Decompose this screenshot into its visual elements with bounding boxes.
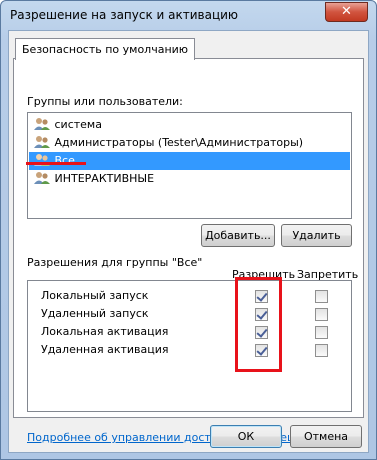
cancel-button[interactable]: Отмена — [290, 425, 362, 448]
dialog-window: Разрешение на запуск и активацию ✕ Безоп… — [0, 0, 377, 460]
list-item-everyone[interactable]: Все — [29, 152, 350, 170]
permissions-table: Локальный запуск Удаленный запуск Локаль… — [27, 277, 352, 412]
list-item-label: Все — [54, 154, 75, 167]
close-icon: ✕ — [341, 4, 352, 19]
deny-checkbox-local-activation[interactable] — [315, 326, 328, 339]
permission-name: Локальный запуск — [41, 289, 149, 302]
permission-name: Удаленная активация — [41, 343, 169, 356]
remove-button[interactable]: Удалить — [281, 224, 352, 247]
user-group-icon — [34, 136, 50, 148]
tab-default-security[interactable]: Безопасность по умолчанию — [15, 38, 196, 60]
list-item-label: ИНТЕРАКТИВНЫЕ — [54, 172, 155, 185]
deny-checkbox-remote-launch[interactable] — [315, 308, 328, 321]
tab-page: Группы или пользователи: система Админис… — [13, 58, 364, 444]
ok-button[interactable]: ОК — [210, 425, 282, 448]
list-item-system[interactable]: система — [29, 116, 350, 134]
add-button[interactable]: Добавить... — [201, 224, 275, 247]
dialog-client-area: Безопасность по умолчанию Группы или пол… — [8, 30, 369, 453]
annotation-underline — [26, 162, 86, 165]
list-item-interactive[interactable]: ИНТЕРАКТИВНЫЕ — [29, 170, 350, 188]
deny-checkbox-remote-activation[interactable] — [315, 344, 328, 357]
permission-name: Локальная активация — [41, 325, 169, 338]
annotation-box — [235, 277, 282, 372]
groups-label: Группы или пользователи: — [27, 95, 183, 108]
user-group-icon — [34, 172, 50, 184]
window-title: Разрешение на запуск и активацию — [10, 8, 239, 22]
permissions-label: Разрешения для группы "Все" — [27, 256, 203, 269]
list-item-label: Администраторы (Tester\Администраторы) — [54, 136, 304, 149]
user-group-icon — [34, 118, 50, 130]
permission-name: Удаленный запуск — [41, 307, 149, 320]
close-button[interactable]: ✕ — [325, 2, 368, 22]
title-bar[interactable]: Разрешение на запуск и активацию ✕ — [1, 1, 376, 31]
groups-listbox[interactable]: система Администраторы (Tester\Администр… — [27, 112, 352, 219]
list-item-label: система — [54, 118, 102, 131]
list-item-administrators[interactable]: Администраторы (Tester\Администраторы) — [29, 134, 350, 152]
deny-checkbox-local-launch[interactable] — [315, 290, 328, 303]
help-link[interactable]: Подробнее об управлении доступом и разре… — [27, 431, 331, 444]
